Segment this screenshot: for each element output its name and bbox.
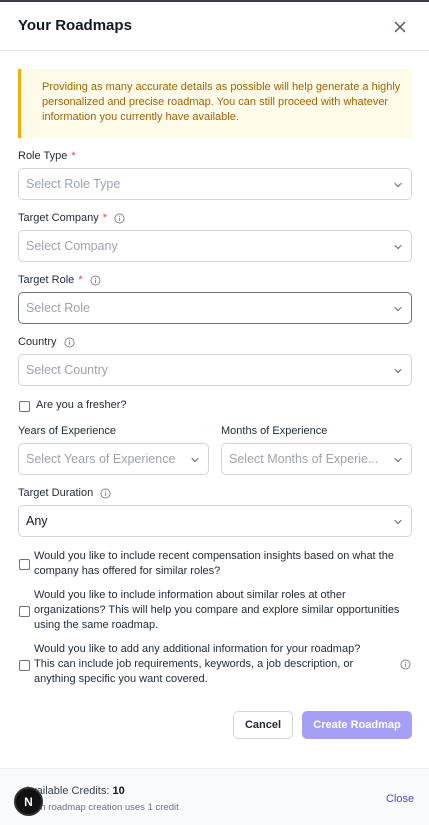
create-roadmap-button[interactable]: Create Roadmap [302, 711, 412, 739]
years-experience-select[interactable]: Select Years of Experience [18, 443, 209, 475]
chevron-down-icon [394, 244, 402, 250]
target-company-select[interactable]: Select Company [18, 230, 412, 262]
country-select[interactable]: Select Country [18, 354, 412, 386]
credits-note: Each roadmap creation uses 1 credit [24, 802, 179, 813]
info-notice: Providing as many accurate details as po… [18, 69, 412, 138]
credits-value: 10 [112, 785, 125, 797]
modal-footer: Available Credits: 10 Each roadmap creat… [0, 768, 429, 825]
close-icon[interactable] [392, 19, 408, 35]
country-label: Country [18, 336, 75, 348]
chevron-down-icon [394, 368, 402, 374]
additional-info-checkbox[interactable] [19, 660, 30, 671]
info-icon[interactable] [64, 337, 75, 348]
info-icon[interactable] [114, 213, 125, 224]
country-placeholder: Select Country [26, 363, 108, 377]
fresher-label: Are you a fresher? [36, 399, 127, 411]
chevron-down-icon [191, 457, 199, 463]
months-experience-placeholder: Select Months of Experie... [229, 452, 379, 466]
target-duration-label: Target Duration [18, 487, 111, 499]
required-marker: * [102, 212, 107, 224]
role-type-label: Role Type * [18, 150, 76, 162]
target-duration-select[interactable]: Any [18, 505, 412, 537]
target-role-select[interactable]: Select Role [18, 292, 412, 324]
avatar-badge[interactable]: N [14, 787, 43, 816]
chevron-down-icon [394, 182, 402, 188]
fresher-checkbox[interactable] [19, 401, 30, 412]
info-icon[interactable] [400, 659, 411, 670]
info-icon[interactable] [90, 275, 101, 286]
target-company-label: Target Company * [18, 212, 125, 224]
target-role-placeholder: Select Role [26, 301, 90, 315]
years-experience-label: Years of Experience [18, 425, 117, 437]
target-duration-value: Any [26, 514, 48, 528]
required-marker: * [78, 274, 83, 286]
modal-title: Your Roadmaps [18, 17, 132, 34]
avatar-letter: N [24, 794, 33, 809]
role-type-placeholder: Select Role Type [26, 177, 121, 191]
info-icon[interactable] [100, 488, 111, 499]
years-experience-placeholder: Select Years of Experience [26, 452, 176, 466]
chevron-down-icon [394, 457, 402, 463]
similar-roles-label: Would you like to include information ab… [34, 589, 400, 631]
target-role-label: Target Role * [18, 274, 101, 286]
similar-roles-checkbox[interactable] [19, 606, 30, 617]
required-marker: * [71, 150, 76, 162]
cancel-button[interactable]: Cancel [233, 711, 293, 739]
additional-info-label: Would you like to add any additional inf… [34, 643, 361, 685]
chevron-down-icon [394, 306, 402, 312]
months-experience-select[interactable]: Select Months of Experie... [221, 443, 412, 475]
notice-text: Providing as many accurate details as po… [42, 81, 401, 123]
compensation-label: Would you like to include recent compens… [34, 550, 394, 577]
modal-header: Your Roadmaps [0, 2, 429, 51]
chevron-down-icon [394, 519, 402, 525]
compensation-checkbox[interactable] [19, 559, 30, 570]
target-company-placeholder: Select Company [26, 239, 118, 253]
months-experience-label: Months of Experience [221, 425, 328, 437]
footer-close-link[interactable]: Close [386, 793, 414, 805]
role-type-select[interactable]: Select Role Type [18, 168, 412, 200]
